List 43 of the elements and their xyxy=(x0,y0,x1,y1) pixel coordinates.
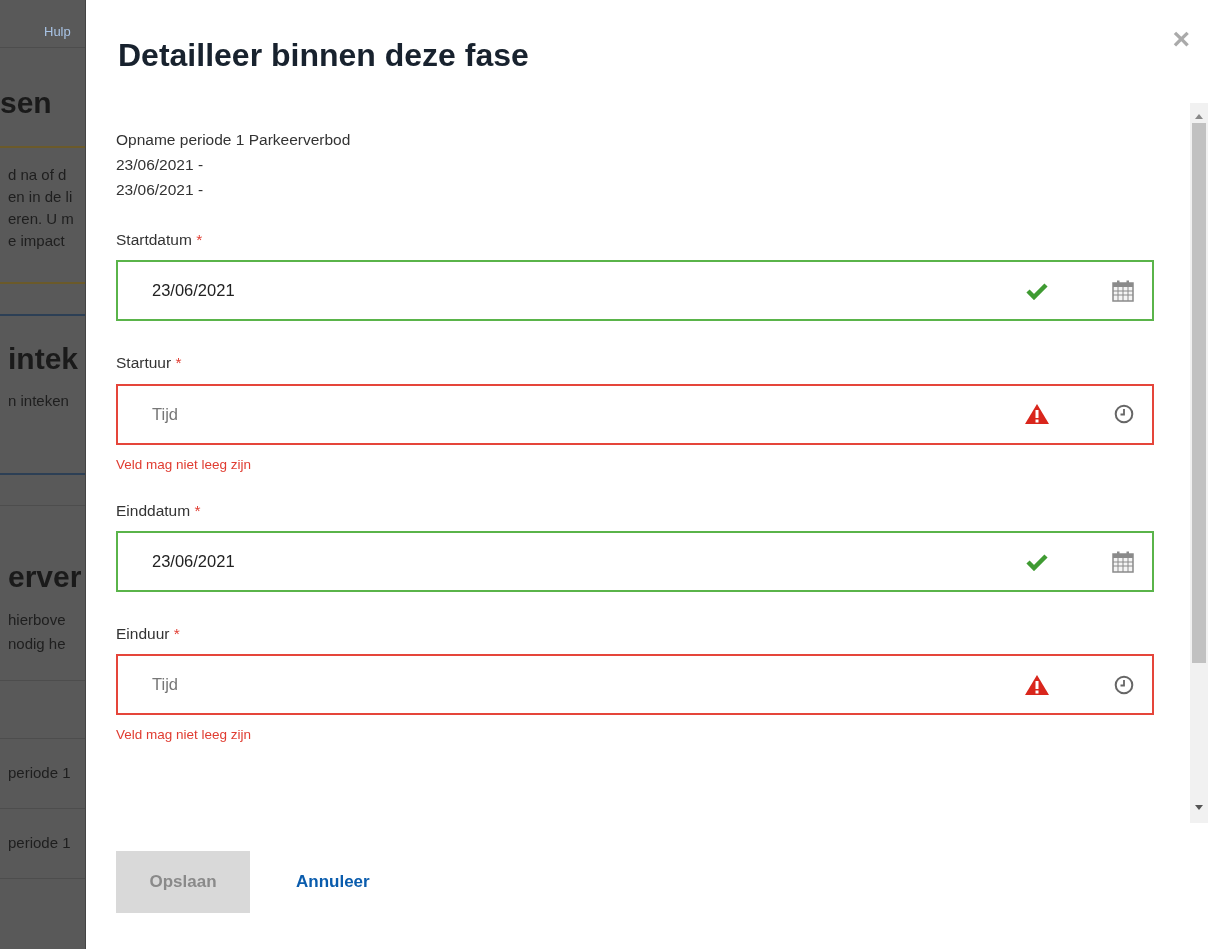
date-field[interactable]: 23/06/2021 xyxy=(116,260,1154,322)
page-heading: sen xyxy=(0,88,53,118)
scroll-up-arrow-icon[interactable] xyxy=(1195,113,1203,120)
warning-icon xyxy=(1024,673,1050,696)
required-mark: * xyxy=(196,231,203,249)
scroll-down-arrow-icon[interactable] xyxy=(1195,805,1203,812)
checkmark-icon xyxy=(1026,281,1048,300)
list-row-text: periode 1 xyxy=(8,762,71,783)
section-heading: intek xyxy=(8,344,80,374)
notice-text: en in de li xyxy=(8,187,74,207)
summary-text: 23/06/2021 - xyxy=(116,180,205,201)
cancel-link[interactable]: Annuleer xyxy=(296,869,370,895)
list-row-text: periode 1 xyxy=(8,832,71,853)
notice-text: d na of d xyxy=(8,165,68,185)
dialog-title: Detailleer binnen deze fase xyxy=(118,38,529,74)
error-message: Veld mag niet leeg zijn xyxy=(116,726,253,745)
notice-text: e impact xyxy=(8,231,66,251)
field-label: Einduur xyxy=(116,625,170,643)
section-text: nodig he xyxy=(8,633,67,654)
summary-text: 23/06/2021 - xyxy=(116,155,205,176)
field-label: Einddatum xyxy=(116,501,191,519)
clock-icon[interactable] xyxy=(1114,674,1134,695)
section-text: n inteken xyxy=(8,391,70,411)
error-message: Veld mag niet leeg zijn xyxy=(116,455,253,474)
required-mark: * xyxy=(194,501,201,519)
time-field[interactable]: Tijd xyxy=(116,654,1154,716)
required-mark: * xyxy=(175,354,182,372)
field-label: Startdatum xyxy=(116,231,192,249)
scrollbar[interactable] xyxy=(1190,103,1208,824)
section-heading: erver xyxy=(8,561,83,592)
date-field[interactable]: 23/06/2021 xyxy=(116,531,1154,593)
help-link[interactable]: Hulp xyxy=(44,24,71,39)
summary-text: Opname periode 1 Parkeerverbod xyxy=(116,130,352,151)
section-text: hierbove xyxy=(8,609,67,630)
field-label: Startuur xyxy=(116,354,172,372)
required-mark: * xyxy=(173,625,180,643)
calendar-icon[interactable] xyxy=(1112,279,1134,302)
warning-icon xyxy=(1024,403,1050,426)
clock-icon[interactable] xyxy=(1114,404,1134,425)
checkmark-icon xyxy=(1026,552,1048,571)
calendar-icon[interactable] xyxy=(1112,550,1134,573)
time-field[interactable]: Tijd xyxy=(116,383,1154,445)
notice-text: eren. U m xyxy=(8,209,75,229)
